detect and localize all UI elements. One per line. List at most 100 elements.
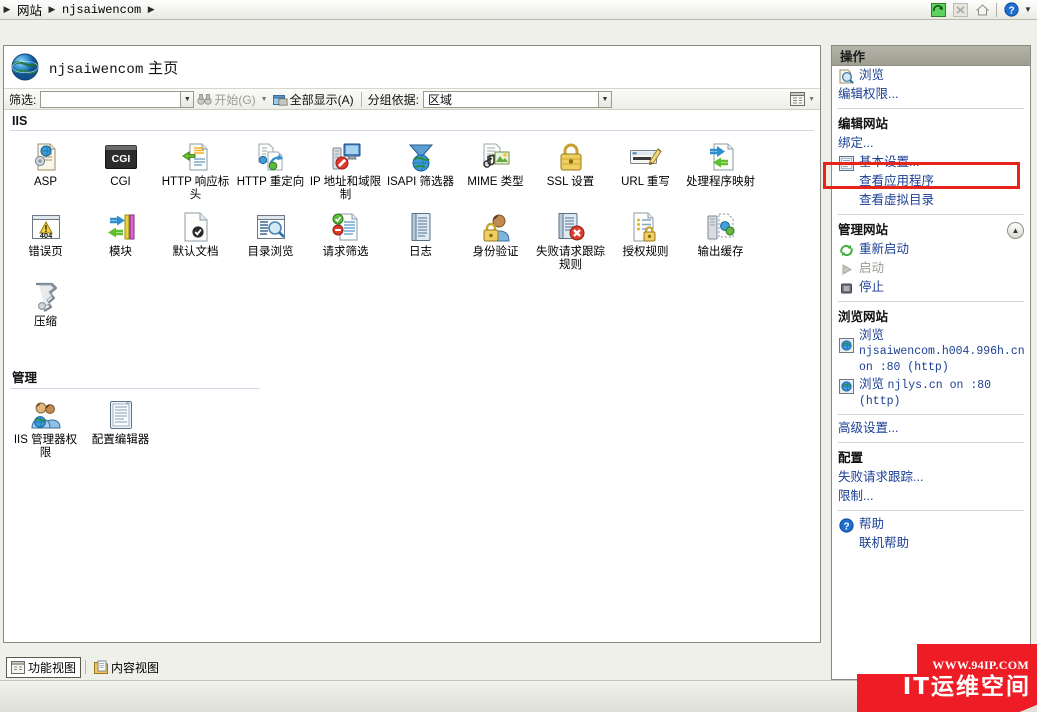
action-limits[interactable]: 限制... [832,487,1030,506]
group-rule [10,388,260,389]
cgi-icon: CGI [104,141,137,173]
feature-authorization-rules[interactable]: 授权规则 [608,207,683,277]
feature-ssl-settings[interactable]: SSL 设置 [533,137,608,207]
help-circle-icon: ? [838,517,854,533]
home-icon[interactable] [972,1,992,19]
action-failed-request-tracing[interactable]: 失败请求跟踪... [832,468,1030,487]
action-online-help-label: 联机帮助 [859,536,910,550]
action-browse-binding-2[interactable]: 浏览 njlys.cn on :80 (http) [832,376,1030,410]
tab-features-view[interactable]: 功能视图 [6,656,82,678]
content-view-icon [94,660,109,674]
action-online-help[interactable]: 联机帮助 [832,534,1030,553]
feature-failed-request-tracing[interactable]: 失败请求跟踪规则 [533,207,608,277]
tab-content-view[interactable]: 内容视图 [90,658,163,677]
actions-section-browse-site-label: 浏览网站 [838,310,889,324]
view-tab-bar: 功能视图 内容视图 [3,656,821,678]
action-edit-permissions[interactable]: 编辑权限... [832,85,1030,104]
svg-text:?: ? [843,521,849,532]
feature-logging[interactable]: 日志 [383,207,458,277]
actions-separator [838,510,1024,511]
feature-compression[interactable]: 压缩 [8,277,83,347]
start-filter-button[interactable]: 开始(G) [194,90,258,108]
binoculars-icon [197,93,213,106]
action-view-applications-label: 查看应用程序 [859,174,935,188]
icon-grid-iis: ASP CGI CGI HTTP 响应标头 HTTP 重定向 IP 地址和域限制… [4,137,820,347]
action-view-virtual-directories[interactable]: 查看虚拟目录 [832,191,1030,210]
action-start-label: 启动 [859,261,885,275]
feature-http-response-headers[interactable]: HTTP 响应标头 [158,137,233,207]
feature-configuration-editor[interactable]: 配置编辑器 [83,395,158,465]
feature-mime-types[interactable]: MIME 类型 [458,137,533,207]
actions-section-edit-site-label: 编辑网站 [838,117,889,131]
action-browse[interactable]: 浏览 [832,66,1030,85]
feature-http-redirect[interactable]: HTTP 重定向 [233,137,308,207]
breadcrumb-item-site[interactable]: njsaiwencom [59,3,144,17]
svg-text:?: ? [1008,5,1014,16]
svg-text:404: 404 [39,231,52,240]
features-view-panel: njsaiwencom 主页 筛选: ▼ 开始(G) ▼ 全部显示(A) 分组依… [3,45,821,643]
action-edit-permissions-label: 编辑权限... [838,87,899,101]
feature-authentication[interactable]: 身份验证 [458,207,533,277]
toolbar-separator [996,2,997,17]
page-title: njsaiwencom 主页 [49,57,178,78]
start-filter-label: 开始(G) [214,92,256,107]
feature-directory-browsing[interactable]: 目录浏览 [233,207,308,277]
feature-iis-manager-permissions[interactable]: IIS 管理器权限 [8,395,83,465]
feature-modules[interactable]: 模块 [83,207,158,277]
feature-label: 压缩 [34,316,57,328]
stop-icon[interactable] [950,1,970,19]
feature-label: 处理程序映射 [686,176,755,188]
refresh-icon[interactable] [928,1,948,19]
feature-asp[interactable]: ASP [8,137,83,207]
help-dropdown-caret-icon[interactable]: ▼ [1023,5,1033,14]
help-icon[interactable]: ? [1001,1,1021,19]
action-basic-settings[interactable]: 基本设置... [832,153,1030,172]
browse-globe-icon [838,337,854,353]
breadcrumb-arrow-icon: ▶ [48,4,56,14]
action-bindings[interactable]: 绑定... [832,134,1030,153]
authentication-icon [480,211,512,243]
action-stop[interactable]: 停止 [832,278,1030,297]
action-browse-binding-1[interactable]: 浏览 njsaiwencom.h004.996h.cn on :80 (http… [832,327,1030,376]
http-response-headers-icon [180,141,212,173]
browse-icon [838,68,854,84]
feature-isapi-filters[interactable]: ISAPI 筛选器 [383,137,458,207]
feature-error-pages[interactable]: 404 错误页 [8,207,83,277]
actions-section-configure-label: 配置 [838,451,864,465]
default-document-icon [180,211,212,243]
breadcrumb-item-sites[interactable]: 网站 [14,0,45,19]
group-by-caret-icon[interactable]: ▼ [597,90,612,108]
action-advanced-settings[interactable]: 高级设置... [832,419,1030,438]
filter-dropdown-caret-icon[interactable]: ▼ [180,90,195,108]
show-all-button[interactable]: 全部显示(A) [270,90,357,108]
feature-handler-mappings[interactable]: 处理程序映射 [683,137,758,207]
iis-manager-permissions-icon [30,399,62,431]
action-restart[interactable]: 重新启动 [832,240,1030,259]
feature-label: 身份验证 [472,246,519,258]
action-view-applications[interactable]: 查看应用程序 [832,172,1030,191]
chevron-up-icon[interactable]: ▲ [1007,222,1024,239]
feature-default-document[interactable]: 默认文档 [158,207,233,277]
isapi-filters-icon [405,141,437,173]
start-filter-caret-icon[interactable]: ▼ [259,96,270,103]
feature-label: 目录浏览 [247,246,294,258]
group-section-management: 管理 IIS 管理器权限 配置编辑器 [4,363,820,465]
feature-label: ISAPI 筛选器 [386,176,455,188]
action-help-label: 帮助 [859,517,885,531]
feature-label: IIS 管理器权限 [13,434,78,459]
feature-cgi[interactable]: CGI CGI [83,137,158,207]
basic-settings-icon [838,155,854,171]
filter-input[interactable] [40,90,181,108]
feature-url-rewrite[interactable]: URL 重写 [608,137,683,207]
action-help[interactable]: ? 帮助 [832,515,1030,534]
group-by-value[interactable]: 区域 [422,90,598,108]
feature-request-filtering[interactable]: 请求筛选 [308,207,383,277]
feature-label: 模块 [109,246,132,258]
view-mode-icon[interactable] [789,91,806,107]
feature-output-caching[interactable]: 输出缓存 [683,207,758,277]
svg-text:CGI: CGI [111,153,130,165]
view-mode-caret-icon[interactable]: ▼ [806,96,817,103]
action-browse-binding-1-text: 浏览 njsaiwencom.h004.996h.cn on :80 (http… [859,328,1025,375]
feature-ip-restrictions[interactable]: IP 地址和域限制 [308,137,383,207]
directory-browsing-icon [255,211,287,243]
